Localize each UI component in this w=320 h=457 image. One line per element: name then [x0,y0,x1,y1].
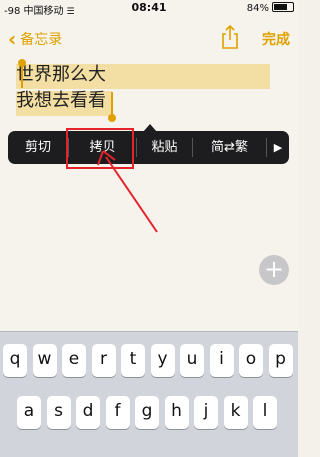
key-q[interactable]: q [3,344,27,377]
notes-screen: -98 中国移动 ☰ 08:41 84% ‹ 备忘录 完成 世界那么大 我想去看看 … [0,0,298,457]
key-k[interactable]: k [223,396,248,429]
key-w[interactable]: w [32,344,57,377]
key-s[interactable]: s [46,396,71,429]
key-u[interactable]: u [180,344,204,377]
key-r[interactable]: r [91,344,116,377]
keyboard: qwertyuiop asdfghjkl [0,331,298,457]
key-d[interactable]: d [76,396,100,429]
key-j[interactable]: j [194,396,218,429]
key-f[interactable]: f [105,396,130,429]
key-e[interactable]: e [62,344,86,377]
key-t[interactable]: t [121,344,145,377]
key-a[interactable]: a [17,396,41,429]
key-l[interactable]: l [253,396,277,429]
key-y[interactable]: y [150,344,175,377]
key-h[interactable]: h [164,396,189,429]
key-i[interactable]: i [209,344,234,377]
key-o[interactable]: o [239,344,263,377]
key-g[interactable]: g [135,396,159,429]
key-p[interactable]: p [268,344,293,377]
add-icon[interactable]: + [259,255,289,285]
